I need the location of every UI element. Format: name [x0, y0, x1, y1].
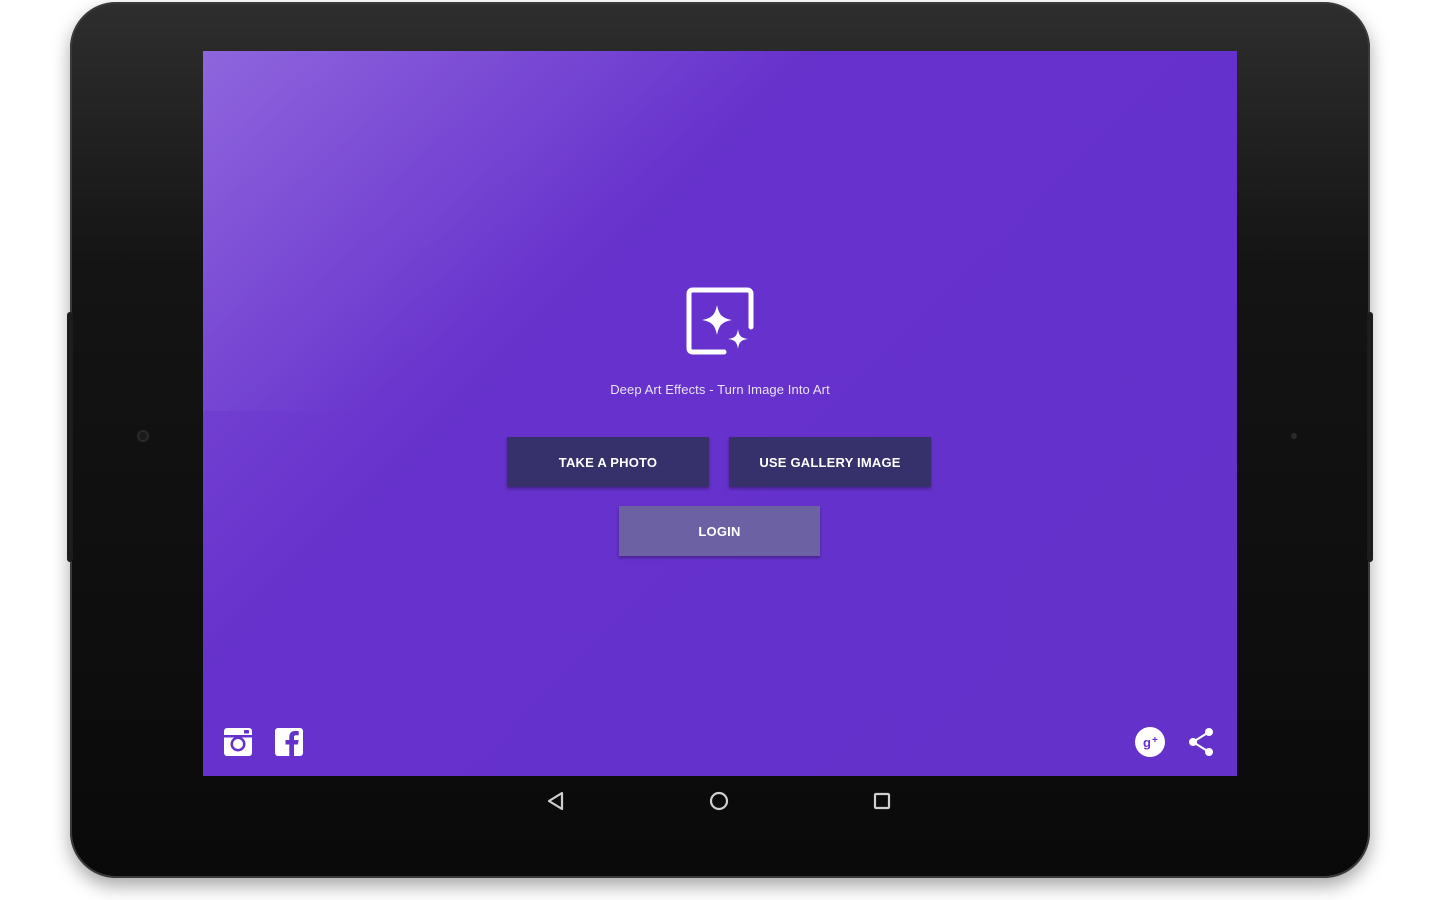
side-button-right: [1367, 312, 1373, 562]
system-navigation-bar: [203, 776, 1237, 826]
back-icon[interactable]: [543, 788, 569, 814]
use-gallery-image-button[interactable]: USE GALLERY IMAGE: [729, 437, 931, 487]
front-camera: [137, 430, 149, 442]
instagram-icon[interactable]: [221, 725, 255, 759]
svg-text:g: g: [1143, 735, 1151, 750]
facebook-icon[interactable]: [272, 725, 306, 759]
svg-text:+: +: [1152, 735, 1158, 746]
device-mockup: Deep Art Effects - Turn Image Into Art T…: [0, 0, 1440, 900]
google-plus-icon[interactable]: g +: [1133, 725, 1167, 759]
app-screen: Deep Art Effects - Turn Image Into Art T…: [203, 51, 1237, 776]
image-sparkle-icon: [686, 287, 754, 355]
recents-icon[interactable]: [869, 788, 895, 814]
share-icon[interactable]: [1184, 725, 1218, 759]
login-button[interactable]: LOGIN: [619, 506, 820, 556]
home-icon[interactable]: [706, 788, 732, 814]
app-title: Deep Art Effects - Turn Image Into Art: [610, 382, 830, 397]
take-photo-button[interactable]: TAKE A PHOTO: [507, 437, 709, 487]
side-button-left: [67, 312, 73, 562]
light-sensor: [1291, 433, 1297, 439]
